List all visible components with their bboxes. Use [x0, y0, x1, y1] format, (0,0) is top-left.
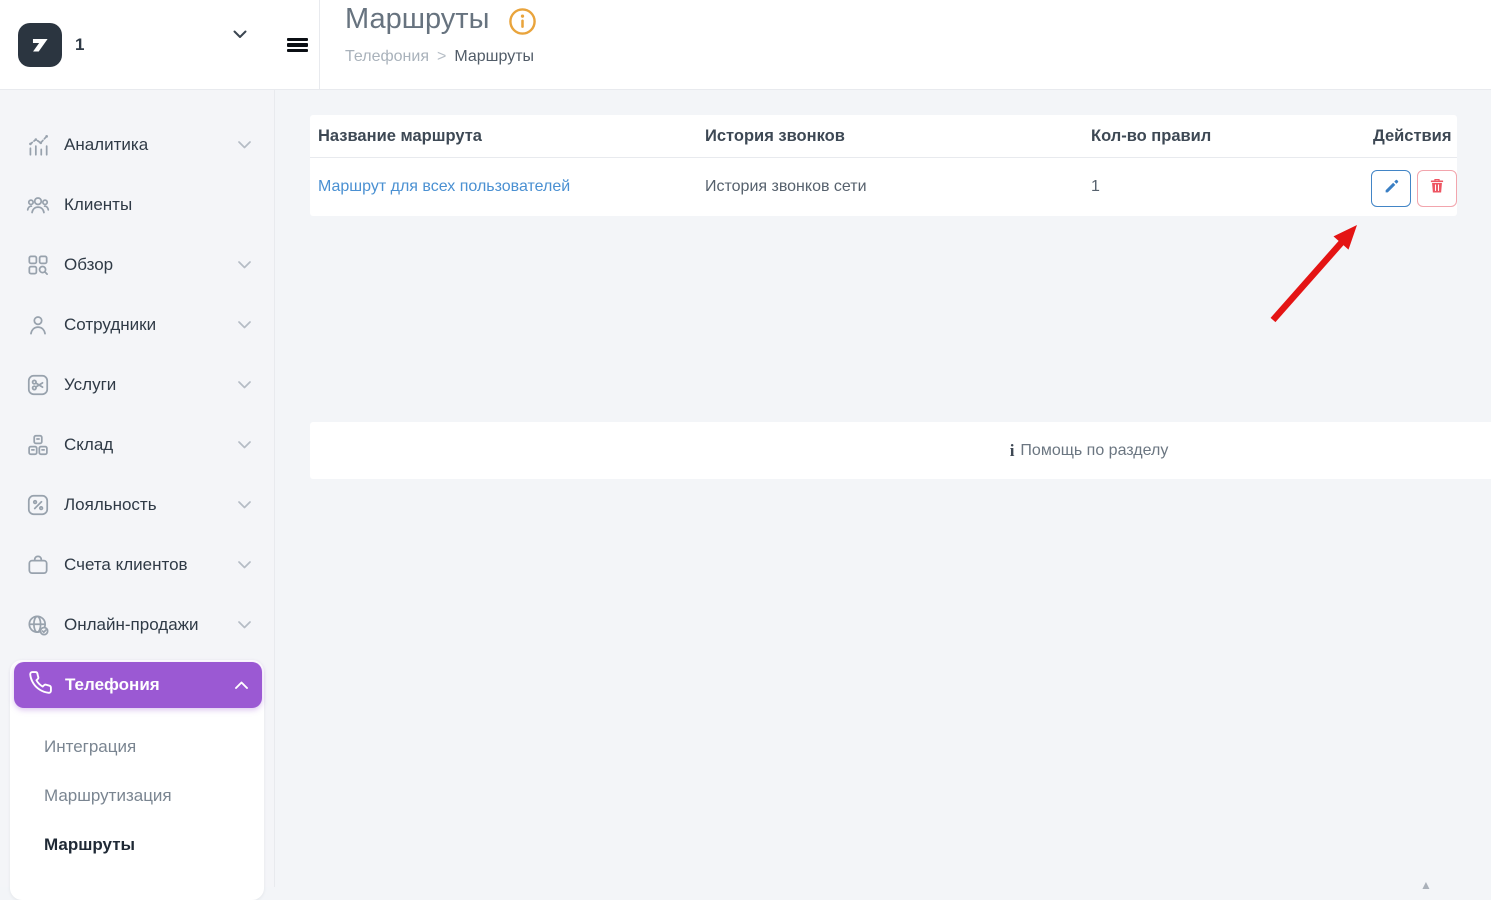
phone-icon	[28, 670, 53, 700]
edit-route-button[interactable]	[1371, 170, 1411, 207]
sidebar-item-label: Склад	[64, 435, 113, 455]
sidebar-item-analytics[interactable]: Аналитика	[0, 115, 275, 175]
clients-icon	[24, 191, 52, 219]
red-arrow-annotation	[1240, 200, 1390, 340]
chevron-down-icon	[238, 616, 251, 634]
info-glyph-icon: i	[1010, 441, 1015, 461]
logo-glyph-icon	[27, 32, 53, 58]
chevron-down-icon	[238, 496, 251, 514]
app-logo	[18, 23, 62, 67]
sidebar-item-overview[interactable]: Обзор	[0, 235, 275, 295]
chevron-down-icon	[238, 556, 251, 574]
accounts-icon	[24, 551, 52, 579]
help-bar: i Помощь по разделу	[310, 422, 1491, 479]
services-icon	[24, 371, 52, 399]
scroll-top-hint-icon: ▲	[1420, 878, 1436, 890]
help-label: Помощь по разделу	[1020, 442, 1168, 460]
account-label: 1	[75, 35, 84, 55]
column-header-route-name: Название маршрута	[318, 115, 482, 157]
sidebar-item-label: Обзор	[64, 255, 113, 275]
section-help-link[interactable]: i Помощь по разделу	[1010, 441, 1169, 461]
chevron-down-icon	[238, 256, 251, 274]
sidebar-toggle-button[interactable]	[275, 0, 320, 90]
column-header-call-history: История звонков	[705, 115, 845, 157]
trash-icon	[1428, 177, 1446, 200]
sidebar-item-telephony[interactable]: Телефония	[14, 662, 262, 708]
chevron-up-icon	[235, 676, 248, 694]
chevron-down-icon	[238, 376, 251, 394]
sidebar-item-label: Онлайн-продажи	[64, 615, 199, 635]
sidebar-item-warehouse[interactable]: Склад	[0, 415, 275, 475]
pencil-icon	[1382, 177, 1401, 201]
sidebar-item-loyalty[interactable]: Лояльность	[0, 475, 275, 535]
chevron-down-icon	[238, 136, 251, 154]
sidebar-item-employees[interactable]: Сотрудники	[0, 295, 275, 355]
online-sales-icon	[24, 611, 52, 639]
chevron-down-icon	[238, 436, 251, 454]
route-name-link[interactable]: Маршрут для всех пользователей	[318, 178, 570, 196]
sidebar-item-clients[interactable]: Клиенты	[0, 175, 275, 235]
chevron-down-icon	[238, 316, 251, 334]
sidebar-item-services[interactable]: Услуги	[0, 355, 275, 415]
loyalty-icon	[24, 491, 52, 519]
sidebar-item-online-sales[interactable]: Онлайн-продажи	[0, 595, 275, 655]
page-title: Маршруты	[345, 3, 489, 36]
column-header-rules-count: Кол-во правил	[1091, 115, 1211, 157]
sidebar-item-label: Телефония	[65, 675, 160, 695]
warehouse-icon	[24, 431, 52, 459]
sidebar-item-label: Сотрудники	[64, 315, 156, 335]
breadcrumb: Телефония > Маршруты	[345, 48, 534, 66]
chevron-down-icon	[233, 26, 247, 44]
routes-table: Название маршрута История звонков Кол-во…	[310, 115, 1457, 216]
submenu-item-integration[interactable]: Интеграция	[44, 737, 136, 757]
call-history-cell: История звонков сети	[705, 157, 867, 216]
sidebar-item-label: Клиенты	[64, 195, 132, 215]
column-header-actions: Действия	[1373, 115, 1451, 157]
hamburger-icon	[287, 36, 308, 55]
submenu-item-routing[interactable]: Маршрутизация	[44, 786, 172, 806]
info-icon[interactable]	[508, 7, 537, 41]
account-switcher[interactable]: 1	[0, 0, 275, 90]
employees-icon	[24, 311, 52, 339]
breadcrumb-parent[interactable]: Телефония	[345, 48, 429, 65]
sidebar-item-label: Аналитика	[64, 135, 148, 155]
sidebar-item-label: Услуги	[64, 375, 116, 395]
overview-icon	[24, 251, 52, 279]
sidebar-item-label: Лояльность	[64, 495, 157, 515]
analytics-icon	[24, 131, 52, 159]
sidebar-nav: Аналитика Клиенты Обзор	[0, 90, 275, 655]
sidebar-item-label: Счета клиентов	[64, 555, 188, 575]
submenu-item-routes[interactable]: Маршруты	[44, 835, 135, 855]
delete-route-button[interactable]	[1417, 170, 1457, 207]
breadcrumb-separator: >	[437, 48, 446, 65]
rules-count-cell: 1	[1091, 157, 1100, 216]
breadcrumb-current: Маршруты	[454, 48, 534, 65]
sidebar-item-client-accounts[interactable]: Счета клиентов	[0, 535, 275, 595]
